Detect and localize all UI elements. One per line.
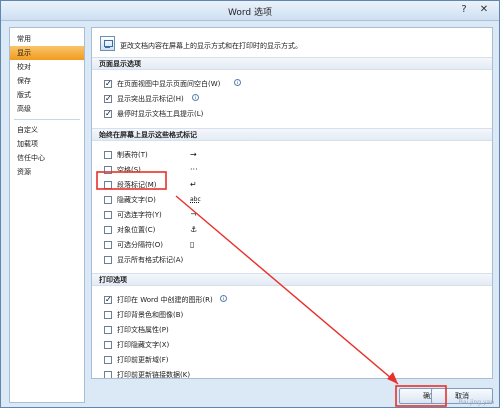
checkbox[interactable] <box>104 226 112 234</box>
checkbox[interactable] <box>104 93 112 105</box>
checkbox[interactable] <box>104 211 112 219</box>
section-header-page-display: 页面显示选项 <box>92 57 492 70</box>
close-icon[interactable]: ✕ <box>475 4 493 17</box>
checkbox[interactable] <box>104 78 112 90</box>
sidebar-item-resources[interactable]: 资源 <box>10 165 84 179</box>
option-label: 打印文档属性(P) <box>117 326 169 334</box>
checkbox[interactable] <box>104 108 112 120</box>
option-label: 在页面视图中显示页面间空白(W) <box>117 80 221 88</box>
sidebar-item-display[interactable]: 显示 <box>10 46 84 60</box>
option-label: 可选连字符(Y) <box>117 211 162 219</box>
info-icon[interactable]: i <box>192 94 199 101</box>
options-panel: 更改文档内容在屏幕上的显示方式和在打印时的显示方式。 页面显示选项 在页面视图中… <box>91 27 493 379</box>
sidebar-item-save[interactable]: 保存 <box>10 74 84 88</box>
option-label: 打印前更新域(F) <box>117 356 169 364</box>
watermark: Bai jing yan <box>458 399 494 406</box>
paragraph-mark-icon: ↵ <box>190 180 197 189</box>
display-settings-icon <box>100 36 115 51</box>
section-header-formatting-marks: 始终在屏幕上显示这些格式标记 <box>92 128 492 141</box>
sidebar-item-customize[interactable]: 自定义 <box>10 123 84 137</box>
sidebar-item-trust-center[interactable]: 信任中心 <box>10 151 84 165</box>
checkbox[interactable] <box>104 181 112 189</box>
checkbox[interactable] <box>104 341 112 349</box>
checkbox[interactable] <box>104 151 112 159</box>
option-label: 可选分隔符(O) <box>117 241 163 249</box>
checkbox[interactable] <box>104 356 112 364</box>
optional-break-mark-icon: ▯ <box>190 240 195 249</box>
option-label: 隐藏文字(D) <box>117 196 156 204</box>
option-label: 打印在 Word 中创建的图形(R) <box>117 296 213 304</box>
checkbox[interactable] <box>104 241 112 249</box>
checkbox[interactable] <box>104 311 112 319</box>
sidebar-item-addins[interactable]: 加载项 <box>10 137 84 151</box>
intro-text: 更改文档内容在屏幕上的显示方式和在打印时的显示方式。 <box>120 42 302 50</box>
checkbox[interactable] <box>104 196 112 204</box>
option-label: 显示所有格式标记(A) <box>117 256 184 264</box>
checkbox[interactable] <box>104 326 112 334</box>
anchor-icon: ⚓ <box>190 225 198 234</box>
option-label: 空格(S) <box>117 166 141 174</box>
sidebar-item-layout[interactable]: 版式 <box>10 88 84 102</box>
hidden-text-mark-icon: abc <box>190 196 201 203</box>
sidebar-item-common[interactable]: 常用 <box>10 32 84 46</box>
sidebar-item-advanced[interactable]: 高级 <box>10 102 84 116</box>
option-label: 打印背景色和图像(B) <box>117 311 184 319</box>
checkbox[interactable] <box>104 371 112 378</box>
intro: 更改文档内容在屏幕上的显示方式和在打印时的显示方式。 <box>98 34 486 56</box>
option-label: 显示突出显示标记(H) <box>117 95 184 103</box>
help-icon[interactable]: ? <box>455 4 473 17</box>
checkbox[interactable] <box>104 256 112 264</box>
option-label: 打印前更新链接数据(K) <box>117 371 191 379</box>
option-label: 打印隐藏文字(X) <box>117 341 170 349</box>
tab-mark-icon: → <box>190 150 197 159</box>
space-mark-icon: ··· <box>190 165 198 174</box>
word-options-dialog: Word 选项 ? ✕ 常用 显示 校对 保存 版式 高级 自定义 加载项 信任… <box>0 0 500 408</box>
optional-hyphen-mark-icon: ¬ <box>190 210 197 219</box>
title-bar: Word 选项 ? ✕ <box>1 1 499 21</box>
checkbox[interactable] <box>104 166 112 174</box>
sidebar-item-proofing[interactable]: 校对 <box>10 60 84 74</box>
sidebar: 常用 显示 校对 保存 版式 高级 自定义 加载项 信任中心 资源 <box>9 27 85 403</box>
window-title: Word 选项 <box>228 8 272 18</box>
section-header-print: 打印选项 <box>92 273 492 286</box>
option-label: 段落标记(M) <box>117 181 157 189</box>
option-label: 制表符(T) <box>117 151 148 159</box>
checkbox[interactable] <box>104 294 112 306</box>
option-label: 对象位置(C) <box>117 226 156 234</box>
info-icon[interactable]: i <box>220 295 227 302</box>
sidebar-divider <box>14 119 80 120</box>
option-label: 悬停时显示文档工具提示(L) <box>117 110 204 118</box>
info-icon[interactable]: i <box>234 79 241 86</box>
